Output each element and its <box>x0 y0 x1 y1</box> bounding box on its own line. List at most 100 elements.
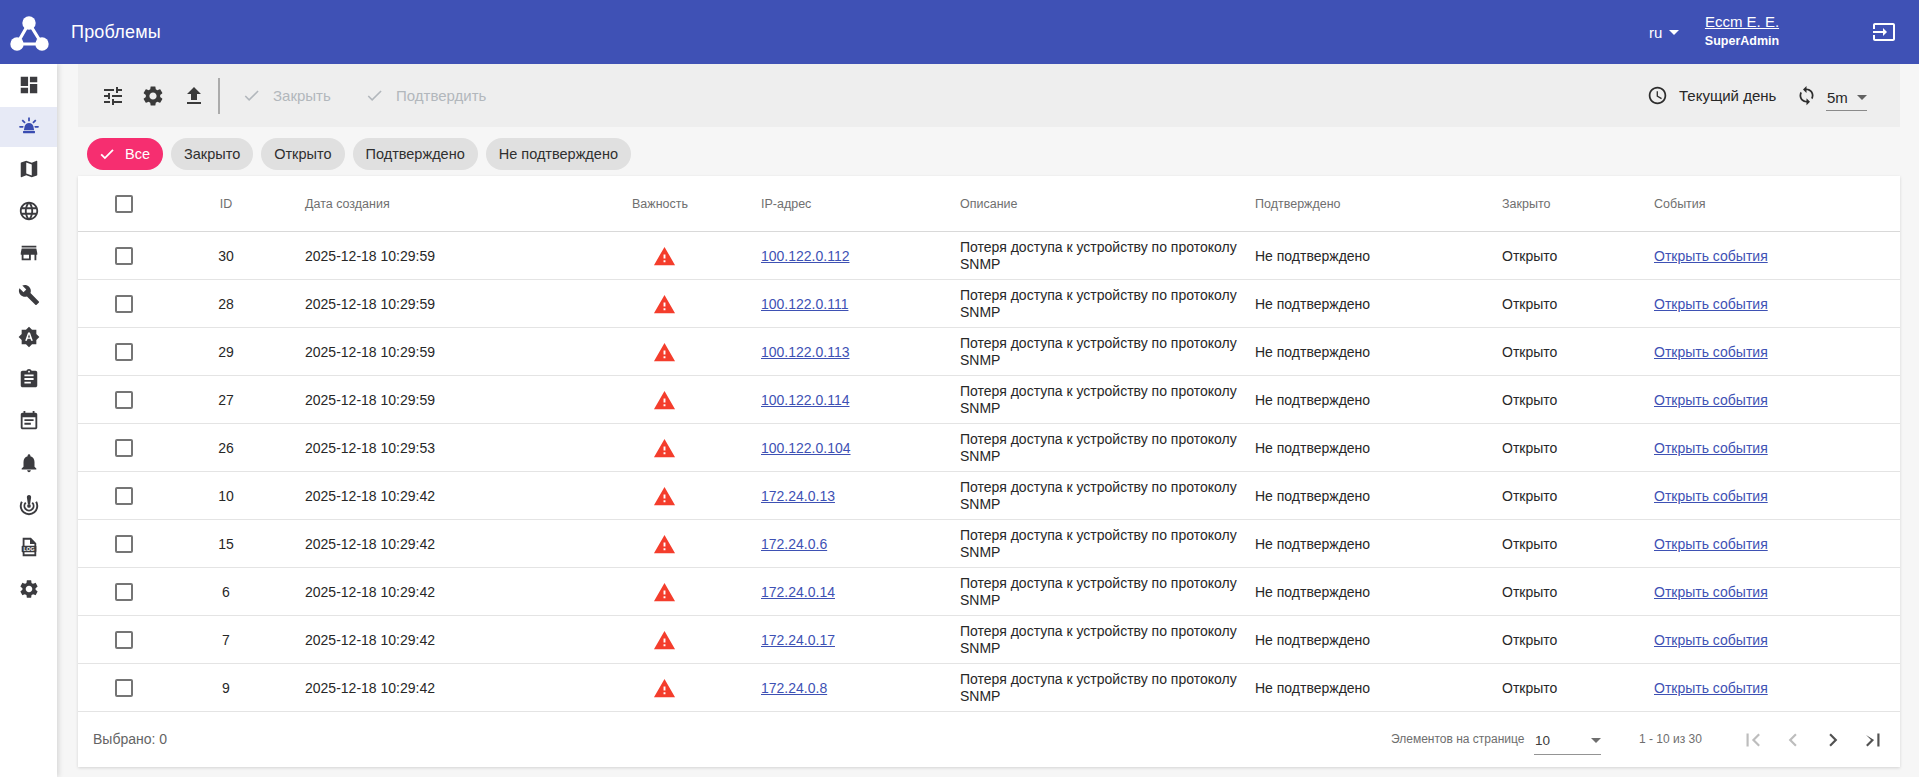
close-problem-button[interactable]: Закрыть <box>242 64 331 127</box>
ip-link[interactable]: 100.122.0.111 <box>761 296 848 312</box>
ip-link[interactable]: 172.24.0.13 <box>761 488 835 504</box>
first-page-button[interactable] <box>1733 720 1773 760</box>
sidebar-item-network[interactable] <box>0 190 57 232</box>
table-settings-gear-icon[interactable] <box>141 84 165 108</box>
ping-status-icon <box>18 494 40 516</box>
next-page-button[interactable] <box>1813 720 1853 760</box>
open-events-link[interactable]: Открыть события <box>1654 680 1768 696</box>
open-events-link[interactable]: Открыть события <box>1654 392 1768 408</box>
open-events-link[interactable]: Открыть события <box>1654 632 1768 648</box>
filter-tune-icon[interactable] <box>101 84 125 108</box>
period-label: Текущий день <box>1679 87 1776 104</box>
open-events-link[interactable]: Открыть события <box>1654 344 1768 360</box>
sidebar-item-devices[interactable] <box>0 232 57 274</box>
warning-triangle-icon <box>653 533 676 556</box>
chip-open[interactable]: Открыто <box>261 138 344 170</box>
table-row: 29 2025-12-18 10:29:59 100.122.0.113 Пот… <box>78 328 1900 376</box>
cell-confirmed: Не подтверждено <box>1255 424 1370 472</box>
ip-link[interactable]: 100.122.0.113 <box>761 344 850 360</box>
column-header-confirmed: Подтверждено <box>1255 176 1341 232</box>
ip-link[interactable]: 172.24.0.6 <box>761 536 827 552</box>
row-checkbox[interactable] <box>115 679 133 697</box>
warning-triangle-icon <box>653 677 676 700</box>
ip-link[interactable]: 100.122.0.114 <box>761 392 850 408</box>
open-events-link[interactable]: Открыть события <box>1654 296 1768 312</box>
sidebar-item-settings[interactable] <box>0 568 57 610</box>
warning-triangle-icon <box>653 341 676 364</box>
table-row: 15 2025-12-18 10:29:42 172.24.0.6 Потеря… <box>78 520 1900 568</box>
row-checkbox[interactable] <box>115 631 133 649</box>
table-row: 26 2025-12-18 10:29:53 100.122.0.104 Пот… <box>78 424 1900 472</box>
sidebar-item-tools[interactable] <box>0 274 57 316</box>
cell-id: 26 <box>196 424 256 472</box>
row-checkbox[interactable] <box>115 343 133 361</box>
map-icon <box>18 158 40 180</box>
chip-confirmed-label: Подтверждено <box>366 146 465 162</box>
sidebar-item-ping[interactable] <box>0 484 57 526</box>
cell-confirmed: Не подтверждено <box>1255 520 1370 568</box>
warning-triangle-icon <box>653 245 676 268</box>
warning-triangle-icon <box>653 437 676 460</box>
row-checkbox[interactable] <box>115 583 133 601</box>
row-checkbox[interactable] <box>115 439 133 457</box>
log-file-icon: LOG <box>18 536 40 558</box>
assignment-icon <box>18 368 40 390</box>
cell-description: Потеря доступа к устройству по протоколу… <box>960 280 1257 328</box>
open-events-link[interactable]: Открыть события <box>1654 488 1768 504</box>
column-header-id: ID <box>196 176 256 232</box>
row-checkbox[interactable] <box>115 487 133 505</box>
export-upload-icon[interactable] <box>182 84 206 108</box>
cell-confirmed: Не подтверждено <box>1255 232 1370 280</box>
app-logo-icon <box>6 8 52 58</box>
cell-events: Открыть события <box>1654 280 1768 328</box>
sidebar-item-alarms[interactable] <box>0 316 57 358</box>
row-checkbox[interactable] <box>115 391 133 409</box>
row-checkbox[interactable] <box>115 295 133 313</box>
chip-confirmed[interactable]: Подтверждено <box>353 138 478 170</box>
column-header-ip: IP-адрес <box>761 176 811 232</box>
ip-link[interactable]: 172.24.0.17 <box>761 632 835 648</box>
table-row: 27 2025-12-18 10:29:59 100.122.0.114 Пот… <box>78 376 1900 424</box>
open-events-link[interactable]: Открыть события <box>1654 440 1768 456</box>
open-events-link[interactable]: Открыть события <box>1654 536 1768 552</box>
cell-closed: Открыто <box>1502 328 1557 376</box>
chip-unconfirmed[interactable]: Не подтверждено <box>486 138 631 170</box>
sidebar-item-schedule[interactable] <box>0 400 57 442</box>
cell-id: 6 <box>196 568 256 616</box>
chip-all[interactable]: Все <box>87 138 163 170</box>
open-events-link[interactable]: Открыть события <box>1654 248 1768 264</box>
cell-created: 2025-12-18 10:29:59 <box>305 328 435 376</box>
confirm-problem-button[interactable]: Подтвердить <box>365 64 486 127</box>
last-page-button[interactable] <box>1853 720 1893 760</box>
ip-link[interactable]: 100.122.0.104 <box>761 440 851 456</box>
select-all-checkbox[interactable] <box>115 195 133 213</box>
open-events-link[interactable]: Открыть события <box>1654 584 1768 600</box>
cell-ip: 100.122.0.114 <box>761 376 850 424</box>
previous-page-button[interactable] <box>1773 720 1813 760</box>
ip-link[interactable]: 100.122.0.112 <box>761 248 850 264</box>
cell-ip: 172.24.0.13 <box>761 472 835 520</box>
sidebar-item-map[interactable] <box>0 148 57 190</box>
ip-link[interactable]: 172.24.0.8 <box>761 680 827 696</box>
row-checkbox[interactable] <box>115 247 133 265</box>
logout-icon[interactable] <box>1872 20 1896 44</box>
period-select[interactable]: Текущий день <box>1647 64 1776 127</box>
refresh-interval-control[interactable]: 5m <box>1796 64 1867 127</box>
sidebar-item-logs[interactable]: LOG <box>0 526 57 568</box>
items-per-page-select[interactable]: 10 <box>1534 725 1601 755</box>
cell-description: Потеря доступа к устройству по протоколу… <box>960 376 1257 424</box>
sidebar-item-notifications[interactable] <box>0 442 57 484</box>
cell-ip: 172.24.0.14 <box>761 568 835 616</box>
user-name-link[interactable]: Eccm E. E. <box>1700 13 1784 30</box>
sidebar-item-dashboard[interactable] <box>0 64 57 106</box>
cell-id: 9 <box>196 664 256 712</box>
sidebar-item-tasks[interactable] <box>0 358 57 400</box>
language-select[interactable]: ru <box>1649 0 1679 64</box>
warning-triangle-icon <box>653 629 676 652</box>
row-checkbox[interactable] <box>115 535 133 553</box>
cell-events: Открыть события <box>1654 616 1768 664</box>
chip-closed[interactable]: Закрыто <box>171 138 253 170</box>
sidebar-item-problems[interactable] <box>0 107 57 147</box>
ip-link[interactable]: 172.24.0.14 <box>761 584 835 600</box>
refresh-interval-select[interactable]: 5m <box>1826 81 1867 111</box>
